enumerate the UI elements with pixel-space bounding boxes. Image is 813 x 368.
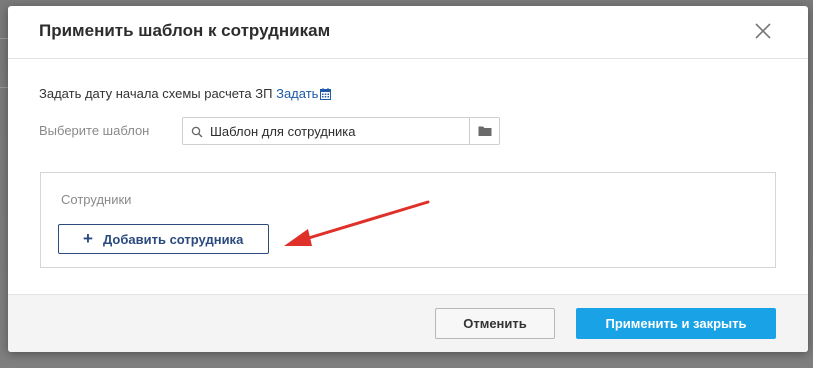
search-icon — [191, 126, 203, 138]
close-icon — [755, 23, 771, 39]
plus-icon: + — [83, 229, 93, 248]
template-label: Выберите шаблон — [39, 123, 150, 138]
set-date-link[interactable]: Задать — [276, 86, 332, 101]
browse-templates-button[interactable] — [469, 118, 499, 144]
start-date-label: Задать дату начала схемы расчета ЗП — [39, 86, 273, 101]
folder-icon — [478, 126, 492, 136]
dialog-header: Применить шаблон к сотрудникам — [8, 6, 808, 59]
employees-title: Сотрудники — [61, 192, 132, 207]
dialog-title: Применить шаблон к сотрудникам — [39, 21, 331, 40]
apply-and-close-button[interactable]: Применить и закрыть — [576, 308, 776, 339]
add-employee-label: Добавить сотрудника — [103, 232, 244, 247]
template-select-input[interactable]: Шаблон для сотрудника — [182, 117, 500, 145]
close-button[interactable] — [752, 20, 774, 42]
calendar-icon — [320, 88, 332, 100]
annotation-arrow-icon — [284, 200, 430, 246]
cancel-button[interactable]: Отменить — [435, 308, 555, 339]
background-divider — [0, 87, 8, 88]
add-employee-button[interactable]: + Добавить сотрудника — [58, 224, 269, 254]
template-value: Шаблон для сотрудника — [210, 124, 356, 139]
dialog-footer: Отменить Применить и закрыть — [8, 294, 808, 352]
background-divider — [0, 38, 8, 39]
apply-template-dialog: Применить шаблон к сотрудникам Задать да… — [8, 6, 808, 352]
start-date-row: Задать дату начала схемы расчета ЗП Зада… — [39, 86, 332, 101]
